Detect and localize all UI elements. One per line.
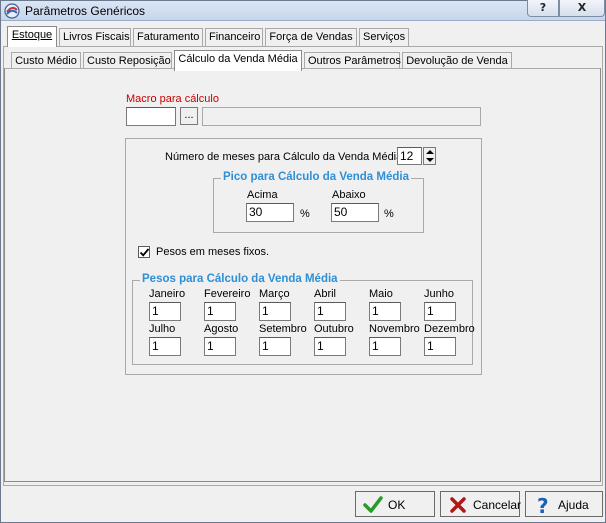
spin-down-icon[interactable] <box>426 158 434 162</box>
macro-label: Macro para cálculo <box>126 93 219 105</box>
cancel-button[interactable]: Cancelar <box>440 491 522 517</box>
tab-financeiro[interactable]: Financeiro <box>205 28 263 47</box>
tab-financeiro-label: Financeiro <box>209 31 261 43</box>
month-label-dezembro: Dezembro <box>424 323 475 335</box>
month-label-janeiro: Janeiro <box>149 288 186 300</box>
title-help-button[interactable]: ? <box>527 0 559 17</box>
app-icon <box>4 3 20 19</box>
month-label-maio: Maio <box>369 288 393 300</box>
spin-up-icon[interactable] <box>426 150 434 154</box>
pesos-fixos-checkbox[interactable] <box>138 246 150 258</box>
month-input-setembro[interactable]: 1 <box>259 337 291 356</box>
tab-servicos-label: Serviços <box>363 31 406 43</box>
macro-input[interactable] <box>126 107 176 126</box>
tab-livros-fiscais[interactable]: Livros Fiscais <box>59 28 131 47</box>
tab-estoque-label: Estoque <box>11 29 53 41</box>
month-input-maio[interactable]: 1 <box>369 302 401 321</box>
month-label-agosto: Agosto <box>204 323 239 335</box>
window-title: Parâmetros Genéricos <box>25 4 146 18</box>
month-input-agosto[interactable]: 1 <box>204 337 236 356</box>
acima-percent: % <box>300 208 310 220</box>
abaixo-label: Abaixo <box>332 189 366 201</box>
pesos-frame-title: Pesos para Cálculo da Venda Média <box>140 273 340 285</box>
title-bar: Parâmetros Genéricos ? X <box>1 0 605 21</box>
subtab-calculo-venda-media-label: Cálculo da Venda Média <box>178 53 298 65</box>
month-input-junho[interactable]: 1 <box>424 302 456 321</box>
month-input-marco[interactable]: 1 <box>259 302 291 321</box>
month-label-junho: Junho <box>424 288 454 300</box>
ok-button-label: OK <box>388 498 406 512</box>
pico-frame-title: Pico para Cálculo da Venda Média <box>221 171 411 183</box>
acima-label: Acima <box>247 189 278 201</box>
abaixo-input[interactable]: 50 <box>331 203 379 222</box>
month-label-setembro: Setembro <box>259 323 307 335</box>
month-label-marco: Março <box>259 288 290 300</box>
months-count-spinner[interactable] <box>423 147 436 165</box>
tab-faturamento[interactable]: Faturamento <box>133 28 203 47</box>
month-input-novembro[interactable]: 1 <box>369 337 401 356</box>
checkmark-green-icon <box>363 496 383 513</box>
subtab-outros-parametros-label: Outros Parâmetros <box>308 55 401 67</box>
help-button-label: Ajuda <box>558 498 589 512</box>
cancel-button-label: Cancelar <box>473 498 522 512</box>
month-input-fevereiro[interactable]: 1 <box>204 302 236 321</box>
month-label-novembro: Novembro <box>369 323 420 335</box>
month-label-abril: Abril <box>314 288 337 300</box>
subtab-custo-reposicao-label: Custo Reposição <box>87 55 171 67</box>
tab-estoque[interactable]: Estoque <box>7 26 57 47</box>
macro-description <box>202 107 481 126</box>
subtab-calculo-venda-media[interactable]: Cálculo da Venda Média <box>174 50 302 71</box>
month-input-abril[interactable]: 1 <box>314 302 346 321</box>
tab-forca-de-vendas[interactable]: Força de Vendas <box>265 28 357 47</box>
month-label-outubro: Outubro <box>314 323 354 335</box>
month-label-julho: Julho <box>149 323 176 335</box>
checkmark-icon <box>139 248 150 257</box>
tab-forca-de-vendas-label: Força de Vendas <box>269 31 353 43</box>
subtab-custo-medio-label: Custo Médio <box>15 55 77 67</box>
x-red-icon <box>450 497 466 513</box>
pesos-fixos-label: Pesos em meses fixos. <box>156 246 270 258</box>
month-label-fevereiro: Fevereiro <box>204 288 251 300</box>
month-input-outubro[interactable]: 1 <box>314 337 346 356</box>
question-mark-icon: ? <box>537 495 549 515</box>
months-count-input[interactable]: 12 <box>397 147 422 165</box>
months-count-label: Número de meses para Cálculo da Venda Mé… <box>165 151 403 163</box>
pico-frame <box>213 178 424 233</box>
macro-browse-button[interactable]: ... <box>180 107 198 125</box>
abaixo-percent: % <box>384 208 394 220</box>
tab-faturamento-label: Faturamento <box>137 31 200 43</box>
title-close-button[interactable]: X <box>559 0 605 17</box>
dialog-window: Parâmetros Genéricos ? X Estoque Livros … <box>0 0 606 523</box>
month-input-janeiro[interactable]: 1 <box>149 302 181 321</box>
month-input-julho[interactable]: 1 <box>149 337 181 356</box>
help-button[interactable]: ? Ajuda <box>525 491 603 517</box>
tab-servicos[interactable]: Serviços <box>359 28 409 47</box>
subtab-devolucao-de-venda-label: Devolução de Venda <box>406 55 508 67</box>
ok-button[interactable]: OK <box>355 491 435 517</box>
tab-livros-fiscais-label: Livros Fiscais <box>63 31 130 43</box>
svg-text:?: ? <box>537 495 549 515</box>
acima-input[interactable]: 30 <box>246 203 294 222</box>
month-input-dezembro[interactable]: 1 <box>424 337 456 356</box>
